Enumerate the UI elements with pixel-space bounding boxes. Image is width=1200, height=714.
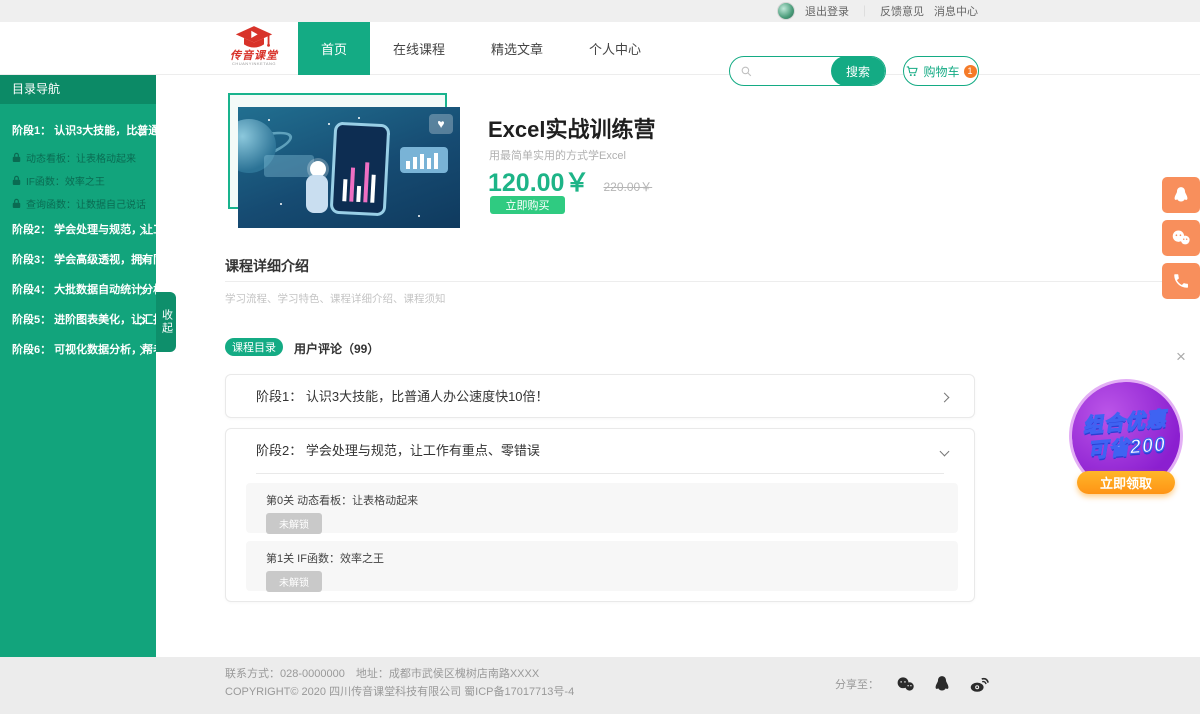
lesson-title: 第0关 动态看板：让表格动起来	[266, 492, 958, 508]
cart-label: 购物车	[923, 63, 959, 80]
sidebar-stage-6[interactable]: 阶段6： 可视化数据分析，帮老板...	[0, 335, 156, 365]
nav-item-profile[interactable]: 个人中心	[566, 22, 664, 75]
promo-line-2: 可省200	[1087, 433, 1167, 465]
locked-badge: 未解锁	[266, 571, 322, 592]
logo[interactable]: 传音课堂 CHUANYINKETANG	[224, 25, 284, 66]
messages-link[interactable]: 消息中心	[934, 3, 978, 19]
original-price: 220.00￥	[603, 178, 652, 195]
share-wechat-button[interactable]	[895, 674, 916, 695]
accordion-stage-1: 阶段1： 认识3大技能，比普通人办公速度快10倍！	[225, 374, 975, 418]
footer-contact: 联系方式：028-0000000 地址：成都市武侯区槐树店南路XXXX	[225, 665, 539, 681]
feedback-link[interactable]: 反馈意见	[880, 3, 924, 19]
promo-claim-button[interactable]: 立即领取	[1077, 471, 1175, 494]
tab-user-comments[interactable]: 用户评论（99）	[294, 340, 379, 357]
buy-now-button[interactable]: 立即购买	[490, 196, 565, 214]
sidebar-collapse-tab[interactable]: 收起	[156, 292, 176, 352]
catalog-sidebar: 目录导航 阶段1： 认识3大技能，比普通人... 动态看板：让表格动起来 IF函…	[0, 75, 156, 657]
tab-course-catalog[interactable]: 课程目录	[225, 338, 283, 356]
top-utility-bar: 退出登录 ｜ 反馈意见 消息中心	[0, 0, 1200, 22]
promo-close-icon[interactable]: ×	[1176, 348, 1186, 365]
sidebar-stage-4[interactable]: 阶段4： 大批数据自动统计分析，...	[0, 275, 156, 305]
price-row: 120.00￥ 220.00￥	[488, 163, 652, 199]
lock-icon	[12, 152, 21, 163]
sidebar-lesson-1[interactable]: 动态看板：让表格动起来	[0, 146, 156, 169]
topbar-divider: ｜	[859, 3, 870, 19]
accordion-divider	[256, 473, 944, 474]
chart-panel-left	[264, 155, 314, 177]
chevron-right-icon	[940, 393, 950, 403]
logo-title: 传音课堂	[224, 51, 284, 61]
nav-item-courses[interactable]: 在线课程	[370, 22, 468, 75]
wechat-contact-button[interactable]	[1162, 220, 1200, 256]
sidebar-lesson-2[interactable]: IF函数：效率之王	[0, 169, 156, 192]
accordion-stage-2: 阶段2： 学会处理与规范，让工作有重点、零错误 第0关 动态看板：让表格动起来 …	[225, 428, 975, 602]
search-box: 搜索	[729, 56, 886, 86]
course-thumbnail[interactable]: ♥	[238, 107, 460, 228]
footer	[0, 657, 1200, 714]
lock-icon	[12, 198, 21, 209]
sidebar-title: 目录导航	[0, 75, 156, 104]
section-title: 课程详细介绍	[225, 256, 309, 276]
avatar[interactable]	[777, 2, 795, 20]
header: 传音课堂 CHUANYINKETANG 首页 在线课程 精选文章 个人中心 搜索…	[0, 22, 1200, 75]
main-nav: 首页 在线课程 精选文章 个人中心	[298, 22, 664, 75]
share-label: 分享至：	[835, 676, 879, 692]
current-price: 120.00￥	[488, 163, 589, 199]
cart-icon	[905, 64, 919, 78]
search-button[interactable]: 搜索	[831, 56, 885, 86]
page: 退出登录 ｜ 反馈意见 消息中心 传音课堂 CHUANYINKETANG 首页 …	[0, 0, 1200, 714]
share-weibo-button[interactable]	[968, 673, 990, 695]
sidebar-stage-3[interactable]: 阶段3： 学会高级透视，拥有同时...	[0, 245, 156, 275]
cart-button[interactable]: 购物车 1	[903, 56, 979, 86]
course-title: Excel实战训练营	[488, 112, 656, 144]
section-divider	[225, 281, 1192, 282]
lesson-title: 第1关 IF函数：效率之王	[266, 550, 958, 566]
tablet-illustration	[330, 122, 391, 217]
logo-subtitle: CHUANYINKETANG	[224, 61, 284, 66]
locked-badge: 未解锁	[266, 513, 322, 534]
chart-panel-right	[400, 147, 448, 173]
accordion-stage-2-header[interactable]: 阶段2： 学会处理与规范，让工作有重点、零错误	[226, 429, 974, 473]
sidebar-lesson-3[interactable]: 查询函数：让数据自己说话	[0, 192, 156, 215]
footer-copyright: COPYRIGHT© 2020 四川传音课堂科技有限公司 蜀ICP备170177…	[225, 683, 574, 699]
qq-icon	[1171, 185, 1191, 205]
search-input[interactable]	[753, 64, 831, 78]
phone-icon	[1172, 272, 1190, 290]
wechat-icon	[1170, 227, 1192, 249]
nav-item-home[interactable]: 首页	[298, 22, 370, 75]
chevron-down-icon	[940, 447, 950, 457]
phone-contact-button[interactable]	[1162, 263, 1200, 299]
graduation-cap-icon	[234, 25, 274, 51]
share-qq-button[interactable]	[932, 674, 952, 694]
lesson-item-0[interactable]: 第0关 动态看板：让表格动起来 未解锁	[246, 483, 958, 533]
section-description: 学习流程、学习特色、课程详细介绍、课程须知	[225, 291, 446, 306]
sidebar-stage-5[interactable]: 阶段5： 进阶图表美化，让汇报一...	[0, 305, 156, 335]
qq-contact-button[interactable]	[1162, 177, 1200, 213]
search-icon	[740, 65, 753, 78]
sidebar-stage-1[interactable]: 阶段1： 认识3大技能，比普通人...	[0, 116, 156, 146]
lock-icon	[12, 175, 21, 186]
nav-item-articles[interactable]: 精选文章	[468, 22, 566, 75]
course-subtitle: 用最简单实用的方式学Excel	[489, 147, 626, 163]
stars-decoration	[268, 119, 270, 121]
share-row: 分享至：	[835, 673, 990, 695]
wechat-icon	[895, 674, 916, 695]
weibo-icon	[968, 673, 990, 695]
favorite-heart-icon[interactable]: ♥	[429, 114, 453, 134]
sidebar-stage-2[interactable]: 阶段2： 学会处理与规范，让工作...	[0, 215, 156, 245]
accordion-stage-1-header[interactable]: 阶段1： 认识3大技能，比普通人办公速度快10倍！	[226, 375, 974, 419]
cart-count-badge: 1	[964, 65, 977, 78]
lesson-item-1[interactable]: 第1关 IF函数：效率之王 未解锁	[246, 541, 958, 591]
logout-link[interactable]: 退出登录	[805, 3, 849, 19]
qq-icon	[932, 674, 952, 694]
